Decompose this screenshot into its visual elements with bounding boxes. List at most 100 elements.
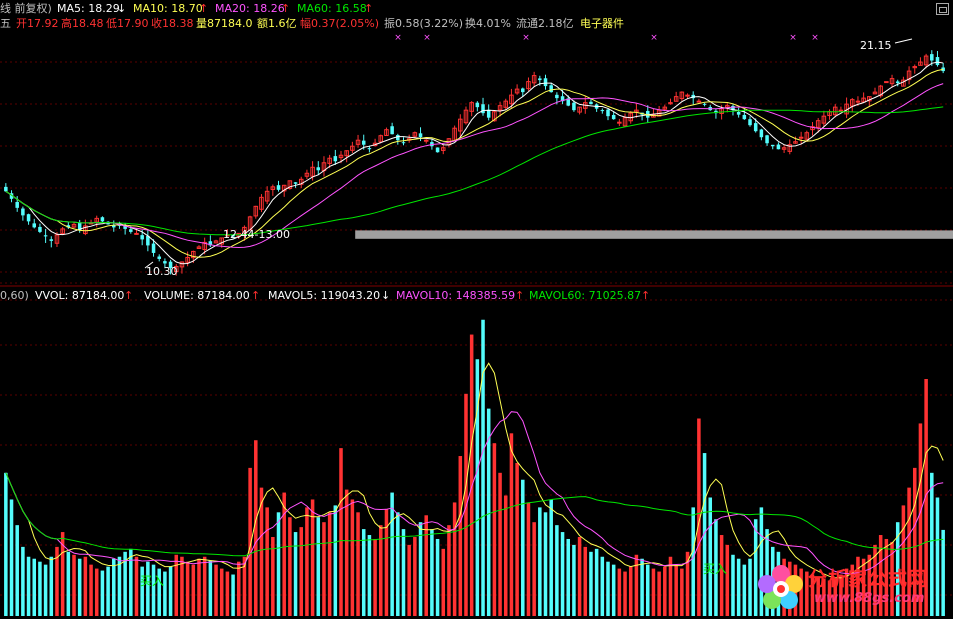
- volume-bar-down: [77, 558, 82, 616]
- volume-bar-down: [390, 492, 394, 616]
- volume-bar-up: [373, 538, 377, 616]
- candle-down: [895, 81, 900, 84]
- volume-bar-up: [305, 507, 309, 616]
- gap-layer: [355, 230, 953, 239]
- volume-bar-up: [526, 502, 531, 616]
- change-quote: 幅0.37(2.05%): [300, 17, 380, 30]
- candle-down: [770, 144, 775, 147]
- period-label: 线 前复权): [0, 2, 52, 15]
- candle-down: [776, 144, 781, 150]
- candle-layer: [4, 50, 945, 276]
- volume-bar-up: [532, 522, 536, 616]
- candle-down: [129, 229, 133, 232]
- volume-bar-down: [646, 564, 650, 616]
- volume-bar-up: [134, 556, 139, 616]
- candle-down: [435, 147, 440, 153]
- high-arrow-icon: [894, 38, 913, 44]
- ma5-arrow-icon: ↓: [117, 2, 127, 15]
- candle-up: [134, 232, 139, 235]
- volume-bar-down: [43, 564, 48, 616]
- signal-mark: ×: [650, 33, 658, 43]
- volume-bar-down: [293, 532, 298, 616]
- volume-value: VOLUME: 87184.00: [144, 289, 250, 302]
- volume-bar-down: [594, 548, 599, 616]
- close-price: 收18.38: [151, 17, 194, 30]
- chart-canvas[interactable]: × × × × × ×: [0, 0, 953, 619]
- volume-bar-up: [515, 462, 519, 616]
- volume-arrow-icon: ↑: [251, 289, 261, 302]
- volume-bar-up: [447, 525, 451, 616]
- sector-label[interactable]: 电子器件: [580, 17, 624, 30]
- volume-bar-up: [503, 495, 508, 616]
- volume-bar-up: [83, 556, 88, 616]
- watermark-logo: 分析家公式网 www.88gs.com: [756, 560, 951, 616]
- signal-mark: ×: [789, 33, 797, 43]
- candle-up: [855, 100, 861, 103]
- watermark-url[interactable]: www.88gs.com: [814, 591, 924, 606]
- volume-bar-down: [15, 525, 19, 616]
- candle-down: [538, 78, 542, 81]
- volume-bar-up: [322, 522, 326, 616]
- mavol60-value: MAVOL60: 71025.87: [529, 289, 642, 302]
- volume-bar-up: [458, 456, 463, 616]
- volume-bar-up: [617, 568, 622, 616]
- volume-bar-up: [299, 527, 303, 616]
- volume-bar-up: [413, 537, 417, 616]
- volume-bar-down: [549, 499, 553, 616]
- volume-bar-down: [396, 512, 400, 616]
- volume-bar-up: [89, 564, 93, 616]
- candle-down: [396, 135, 400, 141]
- candle-up: [838, 109, 844, 112]
- open-price: 开17.92: [16, 17, 59, 30]
- volume-params-label: 0,60): [0, 289, 29, 302]
- volume-bar-down: [9, 499, 14, 616]
- gap-band: [355, 230, 953, 239]
- volume-bar-up: [350, 499, 355, 616]
- ma60-value: MA60: 16.58: [297, 2, 367, 15]
- watermark-title: 分析家公式网: [808, 568, 929, 590]
- volume-bar-down: [208, 560, 213, 616]
- flower-icon: [758, 565, 803, 609]
- candle-down: [100, 217, 105, 222]
- volume-bar-up: [339, 448, 343, 616]
- candle-down: [293, 182, 298, 184]
- vvol-value: VVOL: 87184.00: [35, 289, 125, 302]
- maximize-icon[interactable]: [936, 3, 949, 15]
- volume-bar-down: [361, 529, 366, 616]
- volume-bar-up: [344, 489, 349, 616]
- candle-down: [151, 243, 156, 253]
- volume-bar-down: [600, 556, 605, 616]
- volume-bar-down: [401, 529, 406, 616]
- gap-annotation: 12.44-13.00: [223, 228, 290, 241]
- candle-down: [748, 119, 752, 126]
- candle-up: [685, 94, 690, 97]
- amplitude-quote: 振0.58(3.22%): [384, 17, 464, 30]
- mavol60-line: [5, 472, 944, 557]
- volume-bar-down: [168, 566, 173, 616]
- volume-bar-down: [32, 558, 37, 616]
- signal-mark: ×: [394, 33, 402, 43]
- volume-bar-down: [106, 566, 110, 616]
- volume-bar-up: [464, 393, 468, 616]
- candle-down: [572, 102, 576, 111]
- signal-mark: ×: [522, 33, 530, 43]
- candle-up: [617, 121, 622, 124]
- volume-bar-up: [356, 512, 360, 616]
- candle-up: [696, 100, 702, 103]
- candle-down: [316, 167, 321, 171]
- mavol5-arrow-icon: ↓: [381, 289, 391, 302]
- volume-bar-down: [566, 538, 570, 616]
- ma60-arrow-icon: ↑: [364, 2, 374, 15]
- ma10-value: MA10: 18.70: [133, 2, 203, 15]
- volume-bar-down: [21, 546, 25, 616]
- mavol5-value: MAVOL5: 119043.20: [268, 289, 381, 302]
- candle-down: [157, 256, 161, 259]
- ma60-line: [5, 106, 944, 236]
- candle-down: [333, 156, 338, 162]
- volume-bar-up: [509, 433, 514, 616]
- candle-down: [361, 140, 366, 145]
- volume-bar-down: [435, 538, 440, 616]
- volume-bar-down: [555, 525, 559, 616]
- candle-down: [418, 133, 423, 138]
- candle-down: [555, 94, 559, 99]
